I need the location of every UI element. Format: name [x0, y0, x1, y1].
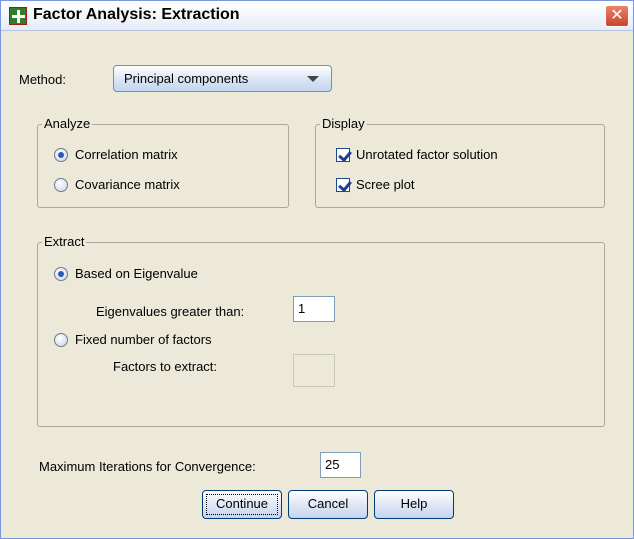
- based-on-eigenvalue-label[interactable]: Based on Eigenvalue: [75, 266, 198, 281]
- covariance-matrix-radio[interactable]: [54, 178, 68, 192]
- close-button[interactable]: ✕: [605, 5, 629, 27]
- method-dropdown[interactable]: Principal components: [113, 65, 332, 92]
- method-selected-value: Principal components: [124, 71, 249, 86]
- factor-analysis-extraction-dialog: Factor Analysis: Extraction ✕ Method: Pr…: [0, 0, 634, 539]
- eigenvalue-threshold-input[interactable]: 1: [293, 296, 335, 322]
- extract-legend: Extract: [42, 234, 87, 249]
- max-iterations-label: Maximum Iterations for Convergence:: [39, 459, 256, 474]
- correlation-matrix-radio[interactable]: [54, 148, 68, 162]
- factors-to-extract-label: Factors to extract:: [113, 359, 218, 374]
- based-on-eigenvalue-radio[interactable]: [54, 267, 68, 281]
- analyze-group: Analyze Correlation matrix Covariance ma…: [37, 116, 289, 208]
- factors-to-extract-input[interactable]: [293, 354, 335, 387]
- app-icon: [9, 7, 27, 25]
- scree-plot-checkbox[interactable]: [336, 178, 350, 192]
- scree-plot-label[interactable]: Scree plot: [356, 177, 415, 192]
- cancel-button[interactable]: Cancel: [288, 490, 368, 519]
- unrotated-solution-label[interactable]: Unrotated factor solution: [356, 147, 498, 162]
- window-title: Factor Analysis: Extraction: [33, 6, 240, 23]
- chevron-down-icon: [307, 76, 319, 82]
- display-group: Display Unrotated factor solution Scree …: [315, 116, 605, 208]
- help-button[interactable]: Help: [374, 490, 454, 519]
- fixed-number-of-factors-radio[interactable]: [54, 333, 68, 347]
- max-iterations-input[interactable]: 25: [320, 452, 361, 478]
- unrotated-solution-checkbox[interactable]: [336, 148, 350, 162]
- analyze-legend: Analyze: [42, 116, 93, 131]
- continue-button[interactable]: Continue: [202, 490, 282, 519]
- covariance-matrix-label[interactable]: Covariance matrix: [75, 177, 180, 192]
- title-bar[interactable]: Factor Analysis: Extraction ✕: [1, 1, 633, 31]
- correlation-matrix-label[interactable]: Correlation matrix: [75, 147, 178, 162]
- fixed-number-of-factors-label[interactable]: Fixed number of factors: [75, 332, 212, 347]
- extract-group: Extract Based on Eigenvalue Eigenvalues …: [37, 234, 605, 427]
- method-label: Method:: [19, 72, 66, 87]
- display-legend: Display: [320, 116, 367, 131]
- eigenvalues-greater-than-label: Eigenvalues greater than:: [96, 304, 245, 319]
